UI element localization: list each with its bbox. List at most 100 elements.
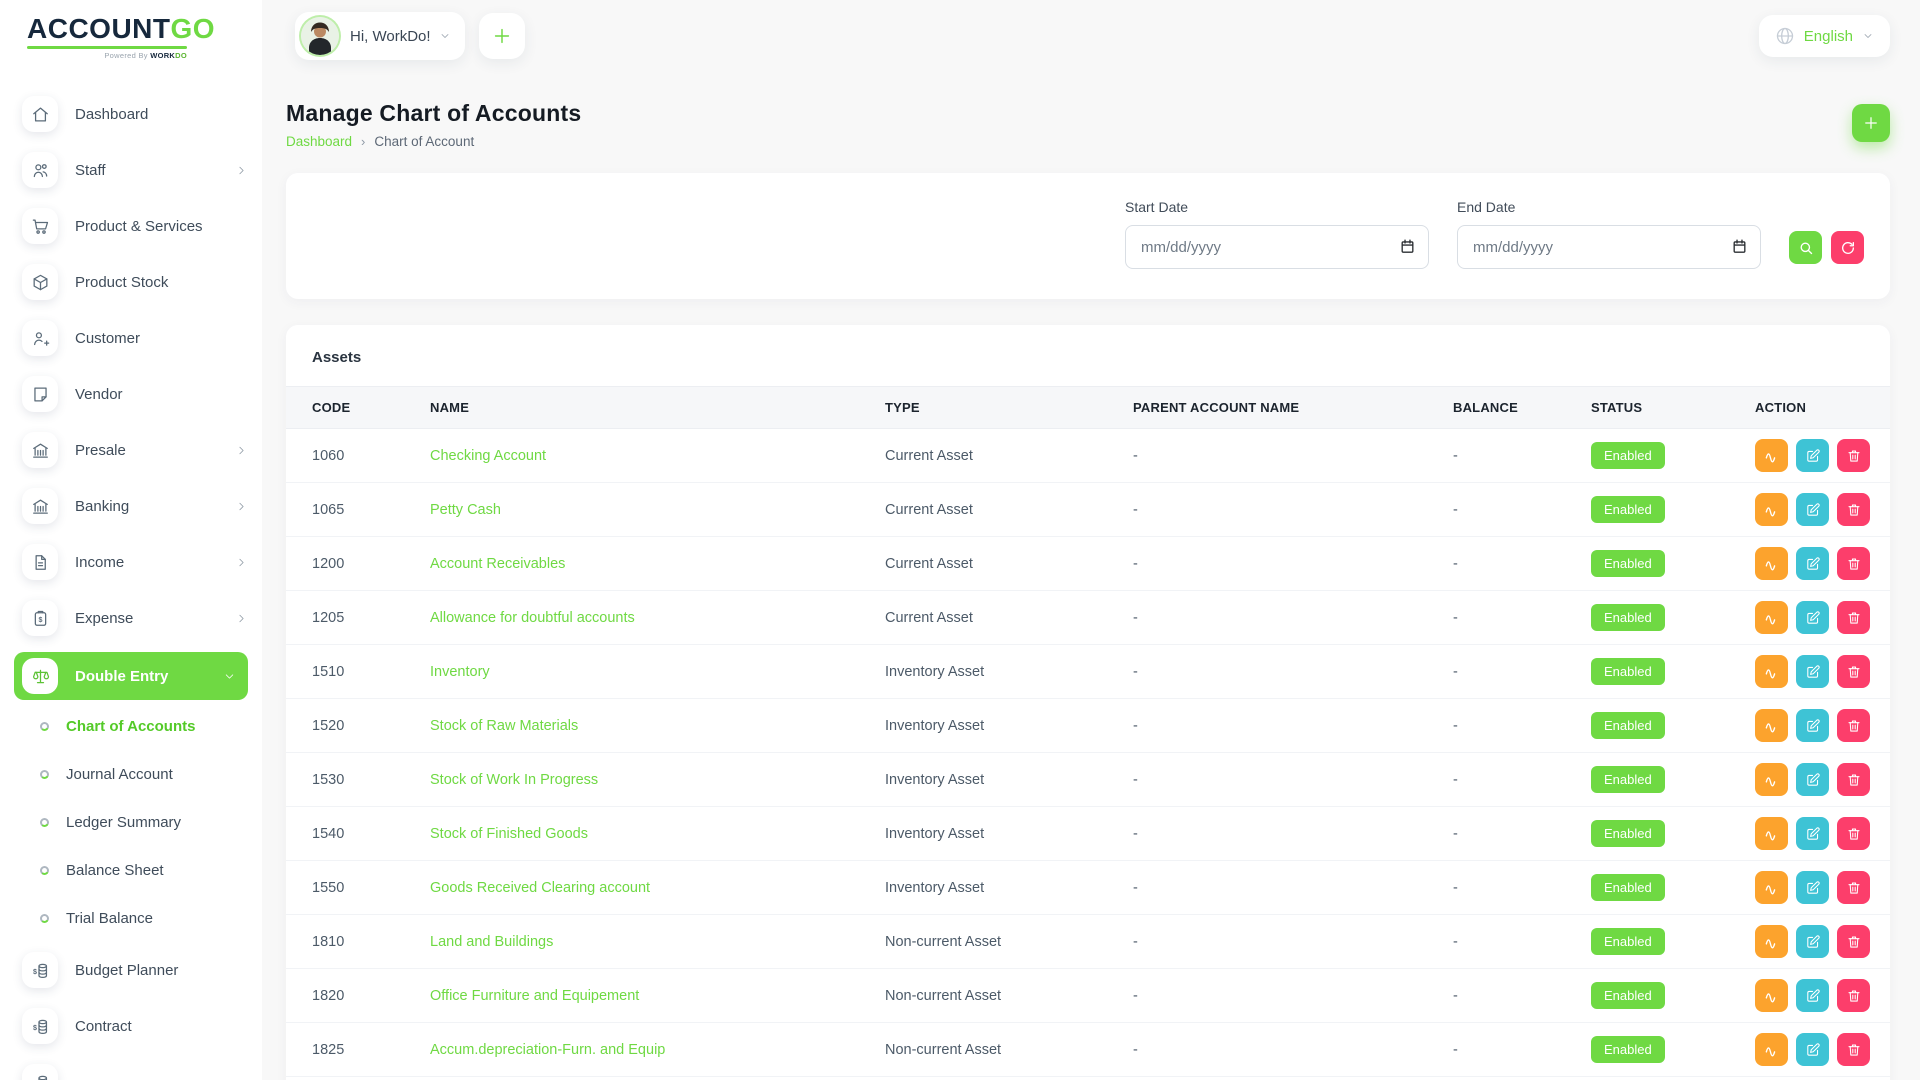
sidebar-item-partial[interactable]: $ [0, 1054, 262, 1080]
delete-button[interactable] [1837, 655, 1870, 688]
cell-code: 1530 [286, 753, 420, 807]
sidebar-menu: DashboardStaffProduct & ServicesProduct … [0, 86, 262, 1080]
start-date-label: Start Date [1125, 199, 1429, 215]
quick-add-button[interactable] [479, 13, 525, 59]
sidebar-item-double-entry[interactable]: Double Entry [14, 652, 248, 700]
edit-button[interactable] [1796, 1033, 1829, 1066]
start-date-input[interactable] [1125, 225, 1429, 269]
account-name-link[interactable]: Office Furniture and Equipement [430, 988, 639, 1004]
user-menu-button[interactable]: Hi, WorkDo! [295, 12, 465, 60]
account-name-link[interactable]: Checking Account [430, 448, 546, 464]
bullet-icon [40, 914, 49, 923]
delete-button[interactable] [1837, 817, 1870, 850]
edit-button[interactable] [1796, 601, 1829, 634]
transactions-button[interactable] [1755, 601, 1788, 634]
sidebar-subitem-journal-account[interactable]: Journal Account [0, 750, 262, 798]
account-name-link[interactable]: Land and Buildings [430, 934, 553, 950]
cell-type: Inventory Asset [875, 807, 1123, 861]
status-badge: Enabled [1591, 604, 1665, 631]
transactions-button[interactable] [1755, 709, 1788, 742]
sidebar-item-income[interactable]: Income [0, 534, 262, 590]
sidebar-item-banking[interactable]: Banking [0, 478, 262, 534]
account-name-link[interactable]: Goods Received Clearing account [430, 880, 650, 896]
account-name-link[interactable]: Stock of Work In Progress [430, 772, 598, 788]
delete-button[interactable] [1837, 871, 1870, 904]
trash-icon [1846, 1042, 1862, 1058]
sidebar-item-dashboard[interactable]: Dashboard [0, 86, 262, 142]
sidebar-item-label: Income [75, 554, 124, 571]
sidebar-item-expense[interactable]: $Expense [0, 590, 262, 646]
edit-button[interactable] [1796, 817, 1829, 850]
delete-button[interactable] [1837, 547, 1870, 580]
sidebar-subitem-ledger-summary[interactable]: Ledger Summary [0, 798, 262, 846]
sidebar-item-product-services[interactable]: Product & Services [0, 198, 262, 254]
transactions-button[interactable] [1755, 925, 1788, 958]
delete-button[interactable] [1837, 925, 1870, 958]
sidebar-subitem-chart-of-accounts[interactable]: Chart of Accounts [0, 702, 262, 750]
edit-button[interactable] [1796, 439, 1829, 472]
edit-icon [1805, 664, 1821, 680]
sidebar-item-presale[interactable]: Presale [0, 422, 262, 478]
transactions-button[interactable] [1755, 979, 1788, 1012]
edit-button[interactable] [1796, 763, 1829, 796]
account-name-link[interactable]: Stock of Raw Materials [430, 718, 578, 734]
calendar-icon[interactable] [1731, 238, 1748, 255]
transactions-button[interactable] [1755, 655, 1788, 688]
transactions-button[interactable] [1755, 493, 1788, 526]
search-button[interactable] [1789, 231, 1822, 264]
transactions-button[interactable] [1755, 439, 1788, 472]
delete-button[interactable] [1837, 1033, 1870, 1066]
calendar-icon[interactable] [1399, 238, 1416, 255]
sidebar-item-product-stock[interactable]: Product Stock [0, 254, 262, 310]
edit-button[interactable] [1796, 655, 1829, 688]
edit-button[interactable] [1796, 709, 1829, 742]
cell-status: Enabled [1581, 807, 1745, 861]
transactions-button[interactable] [1755, 871, 1788, 904]
delete-button[interactable] [1837, 979, 1870, 1012]
edit-button[interactable] [1796, 925, 1829, 958]
account-name-link[interactable]: Allowance for doubtful accounts [430, 610, 635, 626]
sidebar-subitem-trial-balance[interactable]: Trial Balance [0, 894, 262, 942]
sidebar-item-staff[interactable]: Staff [0, 142, 262, 198]
cell-code: 1550 [286, 861, 420, 915]
account-name-link[interactable]: Petty Cash [430, 502, 501, 518]
sidebar-subitem-balance-sheet[interactable]: Balance Sheet [0, 846, 262, 894]
breadcrumb-link-dashboard[interactable]: Dashboard [286, 134, 352, 149]
sidebar-item-contract[interactable]: $Contract [0, 998, 262, 1054]
trash-icon [1846, 988, 1862, 1004]
wave-icon [1764, 934, 1780, 950]
wave-icon [1764, 610, 1780, 626]
edit-button[interactable] [1796, 979, 1829, 1012]
edit-button[interactable] [1796, 547, 1829, 580]
cell-parent-account: - [1123, 429, 1443, 483]
language-selector[interactable]: English [1759, 15, 1890, 57]
svg-text:$: $ [32, 1024, 36, 1032]
sidebar-item-customer[interactable]: Customer [0, 310, 262, 366]
transactions-button[interactable] [1755, 1033, 1788, 1066]
account-name-link[interactable]: Inventory [430, 664, 490, 680]
create-account-button[interactable] [1852, 104, 1890, 142]
transactions-button[interactable] [1755, 547, 1788, 580]
sidebar-item-label: Expense [75, 610, 133, 627]
account-name-link[interactable]: Account Receivables [430, 556, 565, 572]
delete-button[interactable] [1837, 709, 1870, 742]
trash-icon [1846, 718, 1862, 734]
transactions-button[interactable] [1755, 817, 1788, 850]
sidebar-item-budget-planner[interactable]: $Budget Planner [0, 942, 262, 998]
transactions-button[interactable] [1755, 763, 1788, 796]
delete-button[interactable] [1837, 493, 1870, 526]
delete-button[interactable] [1837, 763, 1870, 796]
edit-button[interactable] [1796, 493, 1829, 526]
delete-button[interactable] [1837, 601, 1870, 634]
account-name-link[interactable]: Accum.depreciation-Furn. and Equip [430, 1042, 665, 1058]
reset-button[interactable] [1831, 231, 1864, 264]
delete-button[interactable] [1837, 439, 1870, 472]
end-date-input[interactable] [1457, 225, 1761, 269]
wave-icon [1764, 718, 1780, 734]
status-badge: Enabled [1591, 982, 1665, 1009]
brand-logo[interactable]: ACCOUNTGO Powered By WORKDO [0, 14, 215, 60]
sidebar-item-vendor[interactable]: Vendor [0, 366, 262, 422]
edit-button[interactable] [1796, 871, 1829, 904]
trash-icon [1846, 556, 1862, 572]
account-name-link[interactable]: Stock of Finished Goods [430, 826, 588, 842]
